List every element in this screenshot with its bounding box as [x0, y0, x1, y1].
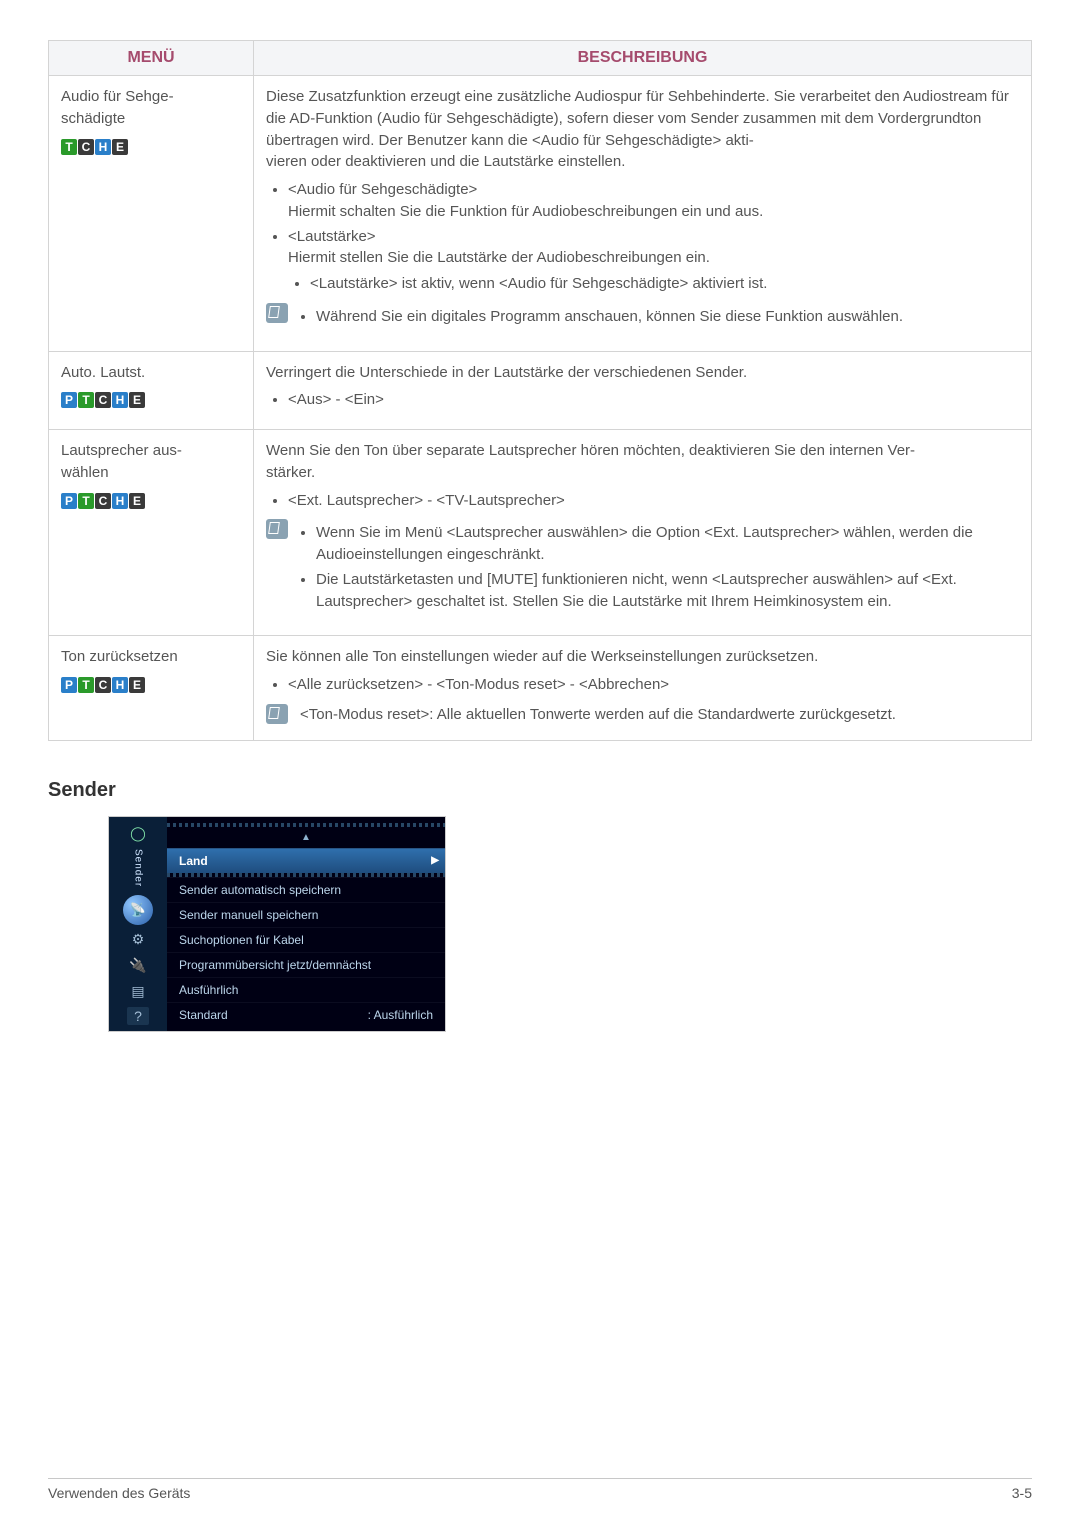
osd-sidebar-label: Sender: [133, 849, 144, 887]
osd-item-label: Programmübersicht jetzt/demnächst: [179, 958, 371, 972]
mode-badge-t: T: [78, 493, 94, 509]
section-heading-sender: Sender: [48, 779, 1032, 802]
mode-badge-h: H: [112, 493, 128, 509]
note-bullet-list: Wenn Sie im Menü <Lautsprecher auswählen…: [294, 519, 1019, 615]
osd-item-label: Sender manuell speichern: [179, 908, 318, 922]
list-item: <Aus> - <Ein>: [288, 389, 1019, 411]
bullet-list: <Aus> - <Ein>: [266, 389, 1019, 411]
bullet-list: <Audio für Sehgeschädigte> Hiermit schal…: [266, 179, 1019, 295]
help-icon: ?: [127, 1007, 149, 1025]
mode-badge-e: E: [129, 677, 145, 693]
list-item: Wenn Sie im Menü <Lautsprecher auswählen…: [316, 522, 1019, 566]
mode-badges: PTCHE: [61, 389, 241, 411]
mode-badge-t: T: [78, 392, 94, 408]
note-icon: [266, 519, 288, 539]
mode-badge-h: H: [112, 677, 128, 693]
mode-badge-c: C: [78, 139, 94, 155]
list-item: Die Lautstärketasten und [MUTE] funktion…: [316, 569, 1019, 613]
menu-desc-paragraph: Wenn Sie den Ton über separate Lautsprec…: [266, 440, 1019, 484]
note-bullet-list: Während Sie ein digitales Programm ansch…: [294, 303, 903, 331]
bullet-head: <Audio für Sehgeschädigte>: [288, 181, 477, 198]
osd-scroll-up-indicator: ▲: [167, 827, 445, 848]
mode-badge-c: C: [95, 392, 111, 408]
mode-badge-e: E: [129, 392, 145, 408]
mode-badge-h: H: [95, 139, 111, 155]
mode-badge-c: C: [95, 677, 111, 693]
menu-desc-paragraph: Diese Zusatzfunktion erzeugt eine zusätz…: [266, 86, 1019, 173]
th-desc: BESCHREIBUNG: [254, 41, 1032, 76]
table-row: Audio für Sehge- schädigte TCHE Diese Zu…: [49, 76, 1032, 352]
osd-item-detailed[interactable]: Ausführlich: [167, 977, 445, 1002]
bullet-list: <Ext. Lautsprecher> - <TV-Lautsprecher>: [266, 490, 1019, 512]
mode-badges: PTCHE: [61, 674, 241, 696]
mode-badge-t: T: [61, 139, 77, 155]
note-icon: [266, 704, 288, 724]
note-callout: Wenn Sie im Menü <Lautsprecher auswählen…: [266, 519, 1019, 621]
mode-badge-p: P: [61, 493, 77, 509]
mode-badge-e: E: [112, 139, 128, 155]
mode-badge-p: P: [61, 392, 77, 408]
osd-item-standard[interactable]: Standard : Ausführlich: [167, 1002, 445, 1027]
application-icon: ▤: [125, 981, 151, 1003]
osd-item-value: : Ausführlich: [368, 1008, 433, 1022]
th-menu: MENÜ: [49, 41, 254, 76]
power-icon: ◯: [125, 823, 151, 845]
table-row: Ton zurücksetzen PTCHE Sie können alle T…: [49, 636, 1032, 740]
mode-badges: PTCHE: [61, 490, 241, 512]
menu-desc-paragraph: Sie können alle Ton einstellungen wieder…: [266, 646, 1019, 668]
menu-desc-paragraph: Verringert die Unterschiede in der Lauts…: [266, 362, 1019, 384]
list-item: <Audio für Sehgeschädigte> Hiermit schal…: [288, 179, 1019, 223]
footer-page-number: 3-5: [1012, 1485, 1032, 1501]
osd-item-label: Standard: [179, 1008, 228, 1022]
osd-item-label: Suchoptionen für Kabel: [179, 933, 304, 947]
mode-badge-e: E: [129, 493, 145, 509]
list-item: <Alle zurücksetzen> - <Ton-Modus reset> …: [288, 674, 1019, 696]
table-row: Auto. Lautst. PTCHE Verringert die Unter…: [49, 351, 1032, 430]
bullet-body: Hiermit schalten Sie die Funktion für Au…: [288, 203, 763, 220]
menu-title: Ton zurücksetzen: [61, 646, 241, 668]
osd-screenshot: ◯ Sender 📡 ⚙ 🔌 ▤ ? ▲ Land Sender automat…: [108, 816, 446, 1032]
osd-main-panel: ▲ Land Sender automatisch speichern Send…: [167, 817, 445, 1031]
gear-icon: ⚙: [125, 929, 151, 951]
note-icon: [266, 303, 288, 323]
bullet-body: Hiermit stellen Sie die Lautstärke der A…: [288, 249, 710, 266]
menu-title: Audio für Sehge- schädigte: [61, 86, 241, 130]
mode-badges: TCHE: [61, 136, 241, 158]
note-callout: Während Sie ein digitales Programm ansch…: [266, 303, 1019, 337]
footer-left: Verwenden des Geräts: [48, 1485, 190, 1501]
bullet-list: <Alle zurücksetzen> - <Ton-Modus reset> …: [266, 674, 1019, 696]
list-item: <Ext. Lautsprecher> - <TV-Lautsprecher>: [288, 490, 1019, 512]
satellite-dish-icon: 📡: [123, 895, 153, 925]
osd-item-programme-guide[interactable]: Programmübersicht jetzt/demnächst: [167, 952, 445, 977]
bullet-head: <Lautstärke>: [288, 228, 376, 245]
osd-item-land[interactable]: Land: [167, 848, 445, 873]
mode-badge-t: T: [78, 677, 94, 693]
mode-badge-h: H: [112, 392, 128, 408]
table-row: Lautsprecher aus- wählen PTCHE Wenn Sie …: [49, 430, 1032, 636]
osd-item-manual-store[interactable]: Sender manuell speichern: [167, 902, 445, 927]
sub-bullet-list: <Lautstärke> ist aktiv, wenn <Audio für …: [288, 273, 1019, 295]
osd-item-auto-store[interactable]: Sender automatisch speichern: [167, 877, 445, 902]
note-callout: <Ton-Modus reset>: Alle aktuellen Tonwer…: [266, 704, 1019, 726]
mode-badge-c: C: [95, 493, 111, 509]
mode-badge-p: P: [61, 677, 77, 693]
osd-item-cable-search[interactable]: Suchoptionen für Kabel: [167, 927, 445, 952]
osd-item-label: Sender automatisch speichern: [179, 883, 341, 897]
osd-item-label: Ausführlich: [179, 983, 238, 997]
note-text: <Ton-Modus reset>: Alle aktuellen Tonwer…: [300, 704, 896, 726]
menu-description-table: MENÜ BESCHREIBUNG Audio für Sehge- schäd…: [48, 40, 1032, 741]
page-footer: Verwenden des Geräts 3-5: [48, 1478, 1032, 1501]
menu-title: Lautsprecher aus- wählen: [61, 440, 241, 484]
menu-title: Auto. Lautst.: [61, 362, 241, 384]
osd-item-label: Land: [179, 854, 208, 868]
osd-sidebar: ◯ Sender 📡 ⚙ 🔌 ▤ ?: [109, 817, 167, 1031]
list-item: <Lautstärke> Hiermit stellen Sie die Lau…: [288, 226, 1019, 295]
list-item: Während Sie ein digitales Programm ansch…: [316, 306, 903, 328]
input-icon: 🔌: [125, 955, 151, 977]
list-item: <Lautstärke> ist aktiv, wenn <Audio für …: [310, 273, 1019, 295]
